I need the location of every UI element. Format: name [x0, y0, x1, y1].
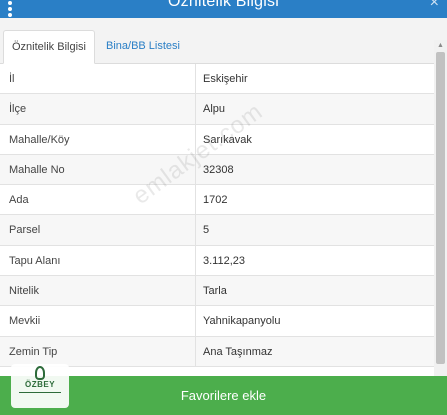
table-row: Nitelik Tarla — [0, 276, 434, 307]
table-row: Mahalle No 32308 — [0, 154, 434, 186]
table-row: İlçe Alpu — [0, 94, 434, 125]
row-value: Eskişehir — [203, 73, 248, 85]
tab-bar: Öznitelik Bilgisi Bina/BB Listesi — [0, 18, 447, 64]
logo-text: ÖZBEY — [24, 380, 56, 389]
ozbey-logo: ÖZBEY — [11, 364, 69, 408]
table-row: Tapu Alanı 3.112,23 — [0, 245, 434, 277]
close-icon[interactable]: × — [430, 0, 439, 12]
row-value: Ana Taşınmaz — [203, 345, 273, 358]
row-value: 32308 — [203, 163, 234, 176]
row-key: Nitelik — [0, 276, 196, 306]
table-row: Ada 1702 — [0, 185, 434, 216]
tab-bina-bb-listesi[interactable]: Bina/BB Listesi — [98, 30, 188, 64]
attribute-table: İl Eskişehir İlçe Alpu Mahalle/Köy Sarıkava… — [0, 64, 434, 376]
row-value: Alpu — [203, 103, 226, 116]
row-value: Yahnikapanyolu — [203, 315, 281, 328]
row-key: Tapu Alanı — [0, 245, 196, 276]
vertical-scrollbar[interactable]: ▲ — [434, 40, 447, 376]
table-row: Mevkii Yahnikapanyolu — [0, 306, 434, 337]
logo-mark-icon — [35, 366, 45, 380]
row-key: Zemin Tip — [0, 336, 196, 366]
row-value: 5 — [203, 224, 210, 237]
row-value: 3.112,23 — [203, 254, 246, 267]
table-row: İl Eskişehir — [0, 64, 434, 95]
logo-underline — [19, 392, 61, 393]
row-key: Mahalle/Köy — [0, 124, 196, 154]
row-value: Tarla — [203, 285, 227, 298]
row-key: Mevkii — [0, 306, 196, 336]
row-value: Sarıkavak — [203, 133, 252, 146]
row-key: İl — [0, 64, 196, 94]
row-key: İlçe — [0, 94, 196, 124]
dialog-title: Öznitelik Bilgisi — [168, 0, 279, 10]
row-value: 1702 — [203, 194, 228, 207]
scroll-up-arrow-icon[interactable]: ▲ — [434, 40, 447, 52]
scrollbar-thumb[interactable] — [436, 52, 445, 364]
table-row: Mahalle/Köy Sarıkavak — [0, 124, 434, 155]
row-key: Ada — [0, 185, 196, 215]
tab-oznitelik-bilgisi[interactable]: Öznitelik Bilgisi — [3, 30, 95, 64]
row-key: Parsel — [0, 215, 196, 245]
dialog-header: Öznitelik Bilgisi × — [0, 0, 447, 18]
row-key: Mahalle No — [0, 154, 196, 185]
table-row: Parsel 5 — [0, 215, 434, 246]
table-row: Zemin Tip Ana Taşınmaz — [0, 336, 434, 367]
